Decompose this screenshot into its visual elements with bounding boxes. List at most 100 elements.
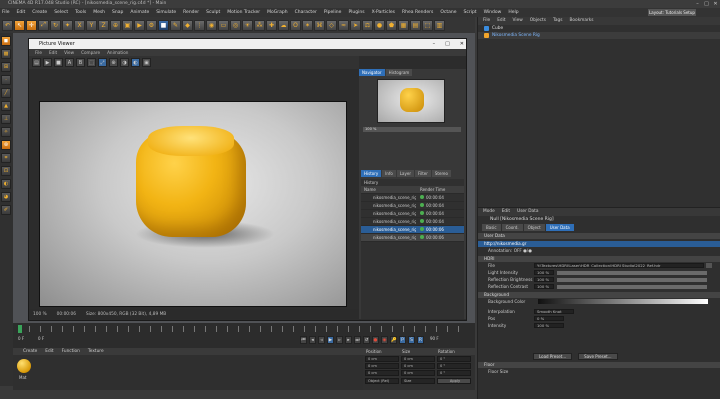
material-swatch[interactable] xyxy=(17,359,31,373)
history-row[interactable]: nikosmedia_scene_rig * 00:00:04 xyxy=(361,210,464,218)
pos-field[interactable]: 0 % xyxy=(534,316,564,321)
tab-info[interactable]: Info xyxy=(382,170,396,177)
pv-rgb-icon[interactable]: ◑ xyxy=(120,58,129,67)
position-z-field[interactable]: 0 cm xyxy=(365,370,399,376)
sculpt-icon[interactable]: ● xyxy=(374,19,385,31)
pv-region-icon[interactable]: ⬚ xyxy=(87,58,96,67)
mat-menu-edit[interactable]: Edit xyxy=(45,348,53,355)
am-menu-edit[interactable]: Edit xyxy=(502,208,510,216)
reflection-contrast-slider[interactable] xyxy=(557,284,707,289)
quantize-icon[interactable]: ⌗ xyxy=(1,153,11,163)
history-row[interactable]: nikosmedia_scene_rig * 00:00:06 xyxy=(361,234,464,242)
render-region-icon[interactable]: ⬚ xyxy=(422,19,433,31)
menu-sculpt[interactable]: Sculpt xyxy=(206,10,220,15)
mat-menu-function[interactable]: Function xyxy=(62,348,80,355)
pv-menu-compare[interactable]: Compare xyxy=(81,49,100,56)
hair-icon[interactable]: ≈ xyxy=(338,19,349,31)
timeline-ruler[interactable] xyxy=(18,326,463,332)
record-icon[interactable]: ● xyxy=(372,336,379,344)
hud-icon[interactable]: ▥ xyxy=(434,19,445,31)
save-preset-button[interactable]: Save Preset... xyxy=(578,353,618,360)
layout-switch-icon[interactable]: ▦ xyxy=(398,19,409,31)
annotation-row[interactable]: Annotation: OFF ●/● xyxy=(478,247,720,254)
sculpt-mode-icon[interactable]: ◕ xyxy=(1,192,11,202)
intensity-field[interactable]: 100 % xyxy=(534,323,564,328)
size-y-field[interactable]: 0 cm xyxy=(401,363,435,369)
timeline-start-field[interactable]: 0 F xyxy=(18,336,36,344)
pv-close-button[interactable]: ✕ xyxy=(460,39,464,49)
menu-x-particles[interactable]: X-Particles xyxy=(372,10,395,15)
snap-icon[interactable]: ⊛ xyxy=(1,140,11,150)
axis-mode-icon[interactable]: ⊥ xyxy=(1,114,11,124)
om-menu-view[interactable]: View xyxy=(513,17,523,25)
render-picture-viewer-icon[interactable]: ▶ xyxy=(134,19,145,31)
edges-mode-icon[interactable]: ╱ xyxy=(1,88,11,98)
pv-save-icon[interactable]: ▤ xyxy=(32,58,41,67)
rotation-p-field[interactable]: 0 ° xyxy=(437,363,471,369)
mat-menu-texture[interactable]: Texture xyxy=(88,348,104,355)
position-key-icon[interactable]: P xyxy=(399,336,406,344)
go-to-start-icon[interactable]: ⏮ xyxy=(300,336,307,344)
pv-fullscreen-icon[interactable]: ▣ xyxy=(142,58,151,67)
scale-icon[interactable]: ⤢ xyxy=(38,19,49,31)
navigator-thumbnail[interactable] xyxy=(377,79,445,123)
pv-render-icon[interactable]: ▶ xyxy=(43,58,52,67)
loop-icon[interactable]: ↺ xyxy=(363,336,370,344)
pv-minimize-button[interactable]: – xyxy=(433,39,436,49)
play-icon[interactable]: ▶ xyxy=(327,336,334,344)
render-view-icon[interactable]: ▣ xyxy=(122,19,133,31)
go-to-end-icon[interactable]: ⏭ xyxy=(354,336,361,344)
tab-object[interactable]: Object xyxy=(523,224,545,231)
tag-icon[interactable]: ◇ xyxy=(326,19,337,31)
autokey-icon[interactable]: ◉ xyxy=(381,336,388,344)
rotation-h-field[interactable]: 0 ° xyxy=(437,356,471,362)
menu-tools[interactable]: Tools xyxy=(75,10,86,15)
y-axis-icon[interactable]: Y xyxy=(86,19,97,31)
cube-primitive-icon[interactable]: ■ xyxy=(158,19,169,31)
apply-button[interactable]: Apply xyxy=(437,378,471,384)
rotate-icon[interactable]: ↻ xyxy=(50,19,61,31)
deformer-icon[interactable]: ◉ xyxy=(206,19,217,31)
coordinate-system-icon[interactable]: ⊕ xyxy=(110,19,121,31)
light-intensity-slider[interactable] xyxy=(557,270,707,275)
menu-octane[interactable]: Octane xyxy=(440,10,456,15)
menu-animate[interactable]: Animate xyxy=(130,10,149,15)
close-button[interactable]: ✕ xyxy=(711,0,720,8)
extra-tool-icon[interactable]: ⬟ xyxy=(386,19,397,31)
model-mode-icon[interactable]: ◼ xyxy=(1,36,11,46)
panel-icon[interactable]: ▤ xyxy=(410,19,421,31)
pv-menu-view[interactable]: View xyxy=(64,49,74,56)
pv-menu-edit[interactable]: Edit xyxy=(49,49,57,56)
array-icon[interactable]: ⋮ xyxy=(194,19,205,31)
octane-icon[interactable]: O xyxy=(290,19,301,31)
mograph-cloner-icon[interactable]: ⁂ xyxy=(254,19,265,31)
history-row-selected[interactable]: nikosmedia_scene_rig * 00:00:06 xyxy=(361,226,464,234)
menu-motion-tracker[interactable]: Motion Tracker xyxy=(227,10,260,15)
reflection-brightness-slider[interactable] xyxy=(557,277,707,282)
lock-workplane-icon[interactable]: ⊡ xyxy=(1,166,11,176)
position-y-field[interactable]: 0 cm xyxy=(365,363,399,369)
weight-icon[interactable]: ⚖ xyxy=(362,19,373,31)
user-data-section[interactable]: User Data xyxy=(478,233,720,239)
om-menu-tags[interactable]: Tags xyxy=(553,17,563,25)
render-settings-icon[interactable]: ⚙ xyxy=(146,19,157,31)
reflection-contrast-field[interactable]: 100 % xyxy=(534,284,554,289)
reflection-brightness-field[interactable]: 100 % xyxy=(534,277,554,282)
load-preset-button[interactable]: Load Preset... xyxy=(533,353,573,360)
points-mode-icon[interactable]: · xyxy=(1,75,11,85)
size-mode-dropdown[interactable]: Size xyxy=(401,378,435,384)
history-row[interactable]: nikosmedia_scene_rig * 00:00:04 xyxy=(361,194,464,202)
camera-icon[interactable]: ◎ xyxy=(230,19,241,31)
browse-file-button[interactable] xyxy=(706,263,712,268)
subdivision-icon[interactable]: ◆ xyxy=(182,19,193,31)
mat-menu-create[interactable]: Create xyxy=(23,348,37,355)
pv-fit-icon[interactable]: ⤢ xyxy=(98,58,107,67)
menu-plugins[interactable]: Plugins xyxy=(348,10,364,15)
workplane-icon[interactable]: ⊞ xyxy=(1,62,11,72)
menu-simulate[interactable]: Simulate xyxy=(156,10,176,15)
pv-alpha-icon[interactable]: ◐ xyxy=(131,58,140,67)
paint-icon[interactable]: ✐ xyxy=(1,205,11,215)
tab-coord[interactable]: Coord. xyxy=(501,224,523,231)
timeline-end-field[interactable]: 90 F xyxy=(430,336,448,344)
minimize-button[interactable]: – xyxy=(693,0,702,8)
